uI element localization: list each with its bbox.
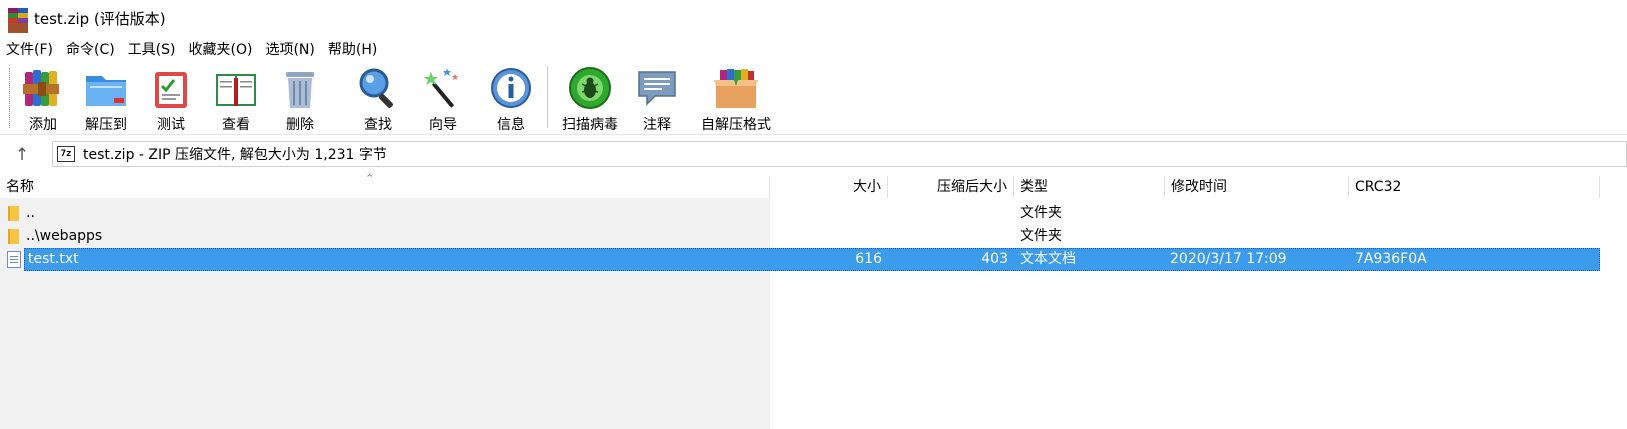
info-icon bbox=[489, 66, 533, 110]
list-item[interactable]: .. 文件夹 bbox=[0, 202, 1600, 225]
sort-ascending-icon: ⌃ bbox=[365, 172, 375, 185]
window-title: test.zip (评估版本) bbox=[34, 9, 166, 28]
test-icon bbox=[149, 66, 193, 110]
comment-label: 注释 bbox=[643, 117, 671, 133]
wizard-button[interactable]: 向导 bbox=[413, 66, 473, 133]
magnifier-icon bbox=[356, 66, 400, 110]
folder-icon bbox=[8, 229, 19, 244]
column-header-row: 名称 ⌃ 大小 压缩后大小 类型 修改时间 CRC32 bbox=[0, 172, 1600, 198]
column-packed-label: 压缩后大小 bbox=[937, 179, 1007, 195]
menu-tools[interactable]: 工具(S) bbox=[128, 39, 176, 59]
item-name: ..\webapps bbox=[26, 228, 103, 244]
wizard-label: 向导 bbox=[429, 117, 457, 133]
text-file-icon bbox=[7, 251, 21, 268]
menu-help[interactable]: 帮助(H) bbox=[328, 39, 377, 59]
item-type: 文件夹 bbox=[1020, 228, 1062, 244]
comment-icon bbox=[635, 66, 679, 110]
up-arrow-icon[interactable]: ↑ bbox=[10, 143, 34, 167]
sfx-label: 自解压格式 bbox=[701, 117, 771, 133]
virus-scan-button[interactable]: 扫描病毒 bbox=[558, 66, 622, 133]
item-size: 616 bbox=[855, 251, 882, 267]
menu-favorites[interactable]: 收藏夹(O) bbox=[189, 39, 253, 59]
item-type: 文本文档 bbox=[1020, 251, 1076, 267]
column-name-label: 名称 bbox=[6, 179, 34, 195]
address-field[interactable]: 7z test.zip - ZIP 压缩文件, 解包大小为 1,231 字节 bbox=[52, 141, 1627, 167]
comment-button[interactable]: 注释 bbox=[627, 66, 687, 133]
add-label: 添加 bbox=[29, 117, 57, 133]
test-label: 测试 bbox=[157, 117, 185, 133]
view-button[interactable]: 查看 bbox=[206, 66, 266, 133]
info-button[interactable]: 信息 bbox=[481, 66, 541, 133]
virus-scan-label: 扫描病毒 bbox=[562, 117, 618, 133]
list-item[interactable]: ..\webapps 文件夹 bbox=[0, 225, 1600, 248]
column-header-type[interactable]: 类型 bbox=[1014, 176, 1165, 198]
winrar-books-icon bbox=[8, 8, 28, 33]
extract-to-button[interactable]: 解压到 bbox=[76, 66, 136, 133]
folder-icon bbox=[8, 206, 19, 221]
menu-options[interactable]: 选项(N) bbox=[265, 39, 314, 59]
menu-bar: 文件(F) 命令(C) 工具(S) 收藏夹(O) 选项(N) 帮助(H) bbox=[0, 38, 390, 60]
delete-button[interactable]: 删除 bbox=[270, 66, 330, 133]
menu-commands[interactable]: 命令(C) bbox=[66, 39, 115, 59]
trash-icon bbox=[278, 66, 322, 110]
view-label: 查看 bbox=[222, 117, 250, 133]
column-modified-label: 修改时间 bbox=[1171, 179, 1227, 195]
add-archive-icon bbox=[21, 66, 65, 110]
sfx-box-icon bbox=[714, 66, 758, 110]
test-button[interactable]: 测试 bbox=[141, 66, 201, 133]
view-book-icon bbox=[214, 66, 258, 110]
find-button[interactable]: 查找 bbox=[348, 66, 408, 133]
item-name: .. bbox=[26, 205, 35, 221]
toolbar-separator bbox=[547, 66, 548, 128]
sfx-button[interactable]: 自解压格式 bbox=[696, 66, 776, 133]
column-header-crc[interactable]: CRC32 bbox=[1349, 176, 1600, 198]
find-label: 查找 bbox=[364, 117, 392, 133]
address-bar: ↑ 7z test.zip - ZIP 压缩文件, 解包大小为 1,231 字节 bbox=[0, 139, 1627, 170]
list-item-selected[interactable]: test.txt 616 403 文本文档 2020/3/17 17:09 7A… bbox=[0, 248, 1600, 271]
menu-file[interactable]: 文件(F) bbox=[6, 39, 53, 59]
delete-label: 删除 bbox=[286, 117, 314, 133]
address-text: test.zip - ZIP 压缩文件, 解包大小为 1,231 字节 bbox=[83, 147, 387, 163]
column-header-name[interactable]: 名称 ⌃ bbox=[0, 172, 770, 198]
item-packed-size: 403 bbox=[981, 251, 1008, 267]
add-button[interactable]: 添加 bbox=[13, 66, 73, 133]
column-size-label: 大小 bbox=[853, 179, 881, 195]
extract-to-icon bbox=[84, 66, 128, 110]
item-type: 文件夹 bbox=[1020, 205, 1062, 221]
column-type-label: 类型 bbox=[1020, 179, 1048, 195]
column-header-packed[interactable]: 压缩后大小 bbox=[888, 176, 1014, 198]
info-label: 信息 bbox=[497, 117, 525, 133]
item-crc: 7A936F0A bbox=[1355, 251, 1427, 267]
column-crc-label: CRC32 bbox=[1355, 179, 1402, 195]
item-name: test.txt bbox=[28, 251, 79, 267]
virus-scan-icon bbox=[568, 66, 612, 110]
extract-to-label: 解压到 bbox=[85, 117, 127, 133]
wizard-wand-icon bbox=[421, 66, 465, 110]
column-header-modified[interactable]: 修改时间 bbox=[1165, 176, 1349, 198]
archive-type-icon: 7z bbox=[57, 146, 75, 162]
title-bar: test.zip (评估版本) bbox=[0, 0, 1627, 36]
item-modified: 2020/3/17 17:09 bbox=[1170, 251, 1287, 267]
column-header-size[interactable]: 大小 bbox=[770, 176, 888, 198]
toolbar: 添加 解压到 测试 查看 删除 查找 向导 信息 扫描病毒 注释 自解压格式 bbox=[0, 62, 1627, 135]
